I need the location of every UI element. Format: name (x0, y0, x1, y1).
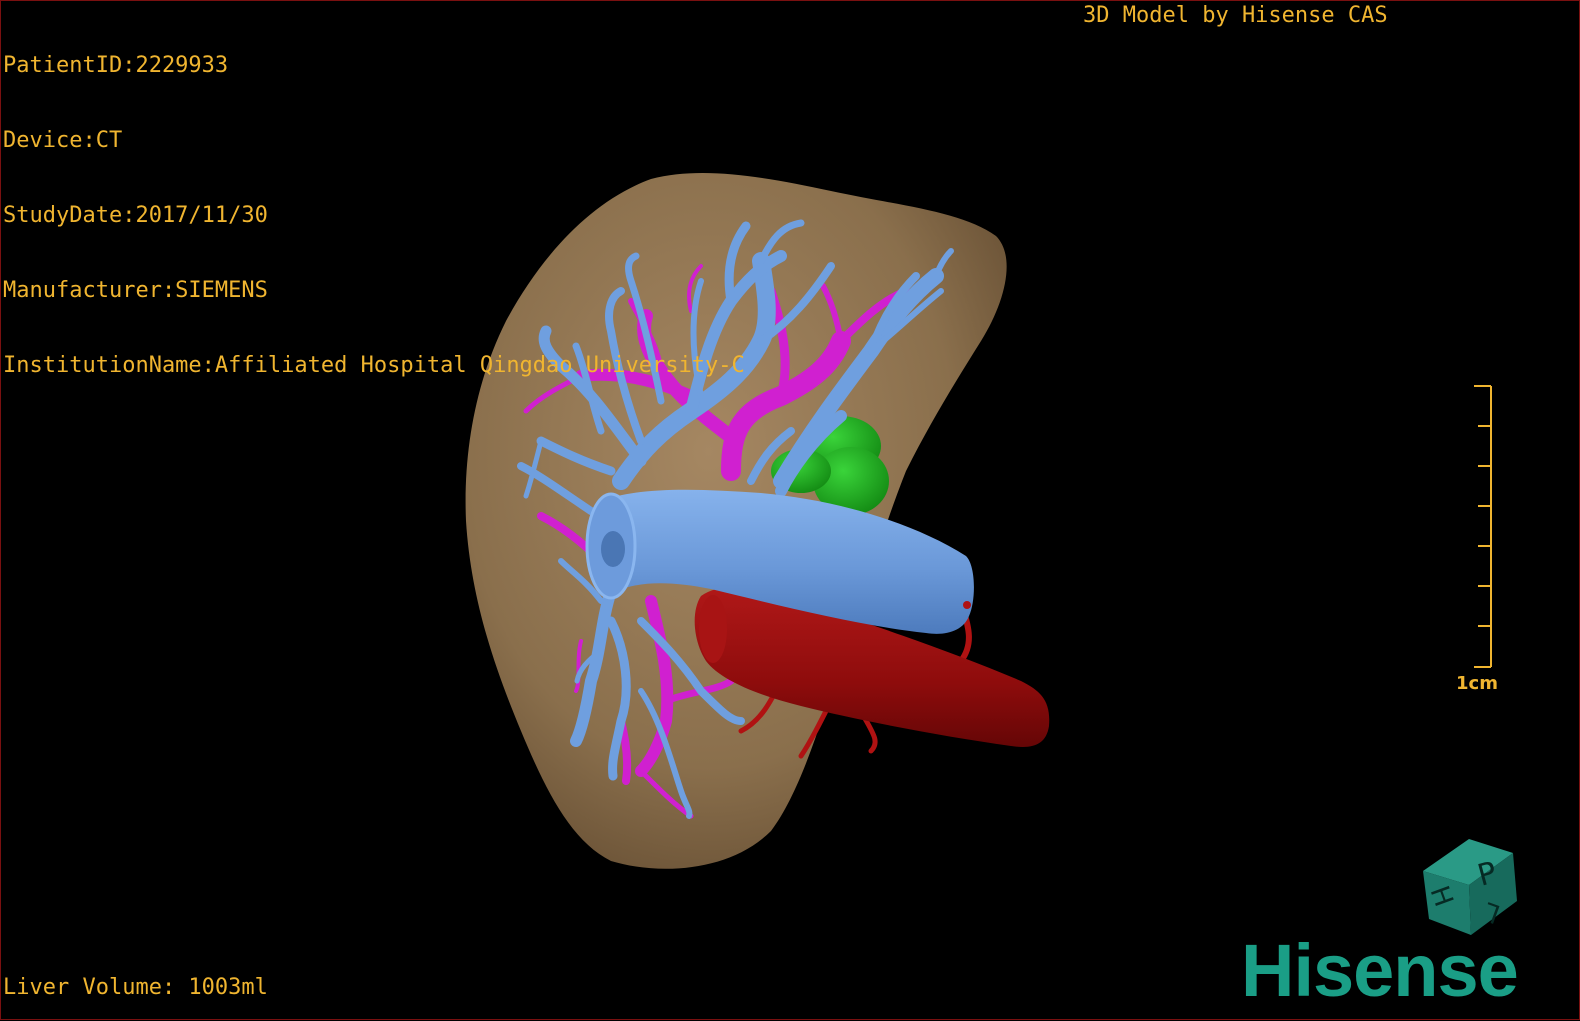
3d-viewport[interactable]: P H L PatientID:2229933 Device:CT StudyD… (0, 0, 1580, 1020)
patient-id: PatientID:2229933 (3, 53, 229, 78)
manufacturer: Manufacturer:SIEMENS (3, 278, 268, 303)
liver-volume: Liver Volume: 1003ml (3, 975, 268, 1000)
scale-bar-label: 1cm (1456, 673, 1498, 694)
device: Device:CT (3, 128, 123, 153)
scale-bar (1474, 385, 1492, 668)
institution-name: InstitutionName:Affiliated Hospital Qing… (3, 353, 745, 378)
dicom-info-overlay: PatientID:2229933 Device:CT StudyDate:20… (3, 3, 745, 428)
orientation-cube[interactable]: P H L (1423, 839, 1517, 935)
hisense-logo: Hisense (1241, 929, 1519, 1012)
model-credit: 3D Model by Hisense CAS (1083, 3, 1388, 28)
study-date: StudyDate:2017/11/30 (3, 203, 268, 228)
